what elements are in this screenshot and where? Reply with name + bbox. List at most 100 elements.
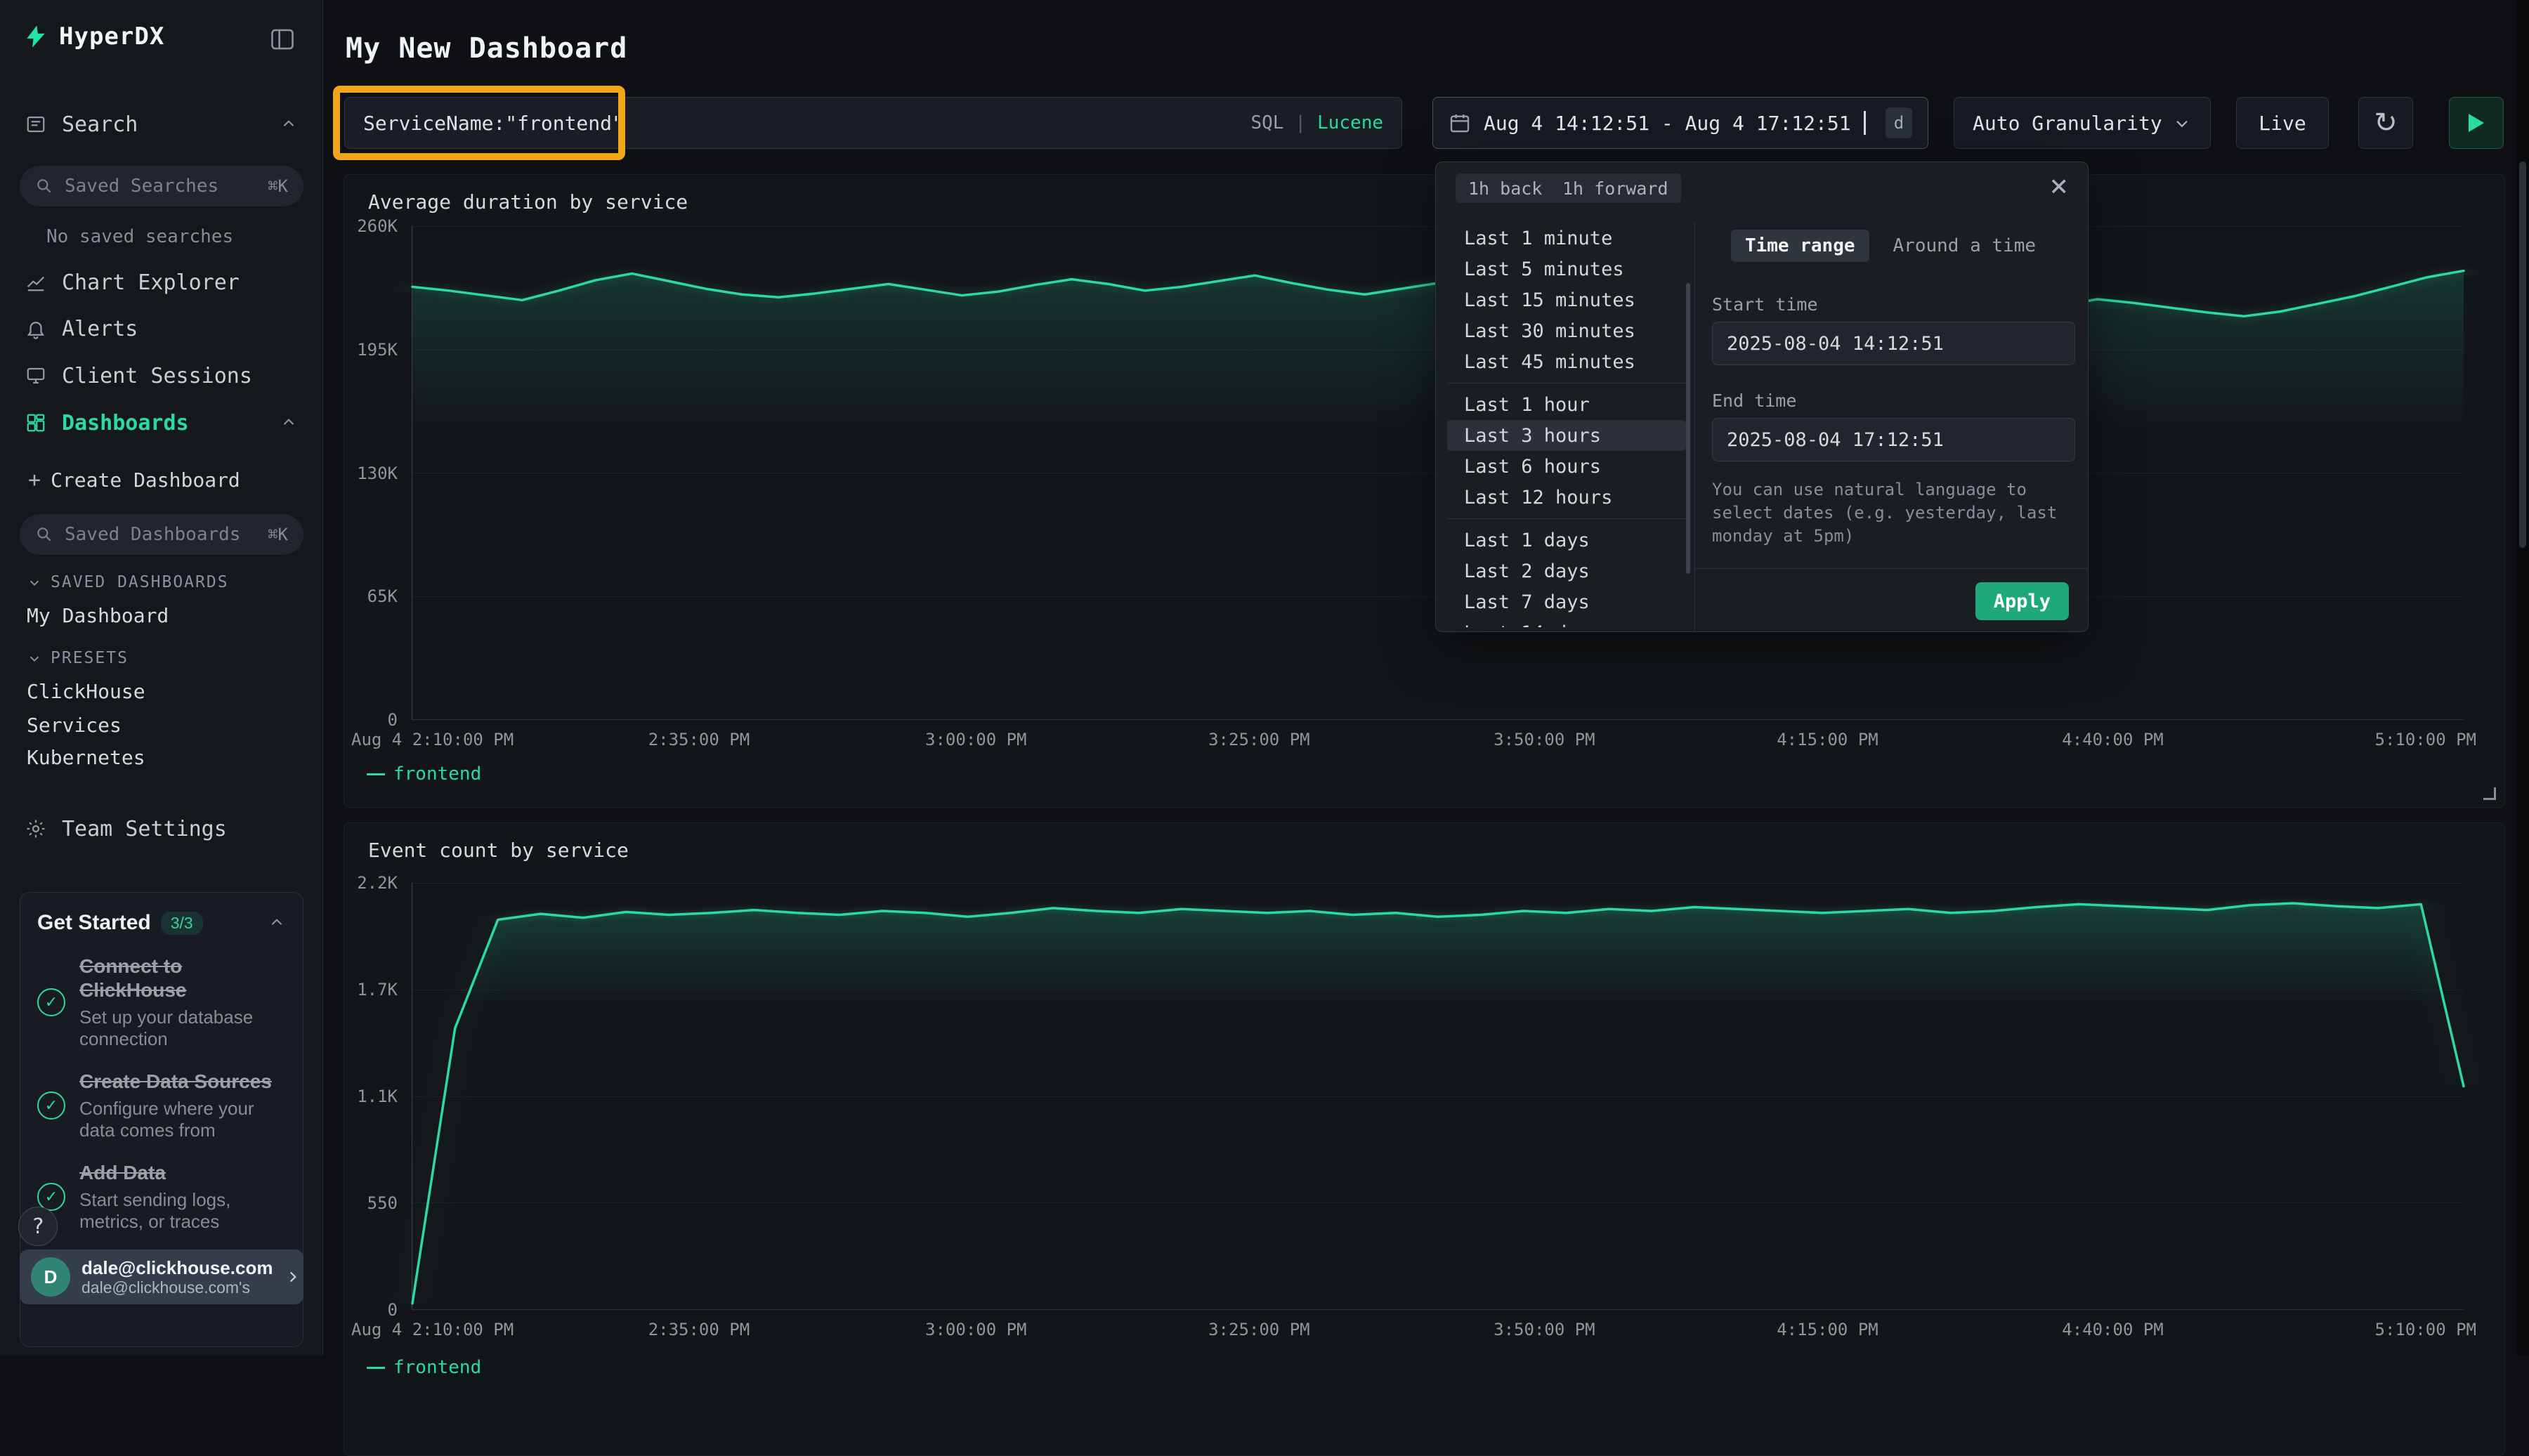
refresh-icon: ↻ xyxy=(2374,107,2398,139)
search-query-input[interactable]: ServiceName:"frontend" SQL | Lucene xyxy=(344,97,1402,149)
time-picker-popup: 1h back 1h forward × Last 1 minute Last … xyxy=(1435,162,2089,632)
range-option[interactable]: Last 2 days xyxy=(1447,556,1686,586)
x-axis-labels: Aug 4 2:10:00 PM 2:35:00 PM 3:00:00 PM 3… xyxy=(412,1320,2464,1341)
chart-legend[interactable]: frontend xyxy=(367,1357,481,1378)
sidebar-collapse-icon[interactable] xyxy=(270,28,295,51)
close-icon[interactable]: × xyxy=(2050,171,2069,202)
search-icon xyxy=(35,525,53,544)
granularity-select[interactable]: Auto Granularity xyxy=(1954,97,2211,149)
sidebar-item-dashboards[interactable]: Dashboards xyxy=(0,400,323,445)
step-title: Add Data xyxy=(79,1162,166,1183)
query-text: ServiceName:"frontend" xyxy=(363,112,624,135)
apply-button[interactable]: Apply xyxy=(1975,582,2069,620)
range-option[interactable]: Last 30 minutes xyxy=(1447,315,1686,346)
app-logo[interactable]: HyperDX xyxy=(24,22,164,51)
plus-icon: + xyxy=(28,468,41,492)
section-label: SAVED DASHBOARDS xyxy=(51,573,229,591)
run-query-button[interactable] xyxy=(2449,97,2504,149)
check-circle-icon: ✓ xyxy=(37,988,65,1016)
get-started-step[interactable]: ✓ Connect to ClickHouse Set up your datab… xyxy=(37,955,286,1050)
tab-time-range[interactable]: Time range xyxy=(1731,230,1869,262)
sidebar-item-clickhouse[interactable]: ClickHouse xyxy=(27,680,145,703)
range-option[interactable]: Last 15 minutes xyxy=(1447,284,1686,315)
time-range-input[interactable]: Aug 4 14:12:51 - Aug 4 17:12:51 d xyxy=(1432,97,1928,149)
sidebar-item-alerts[interactable]: Alerts xyxy=(0,306,323,351)
range-option[interactable]: Last 5 minutes xyxy=(1447,254,1686,284)
check-circle-icon: ✓ xyxy=(37,1091,65,1120)
end-time-input[interactable]: 2025-08-04 17:12:51 xyxy=(1712,418,2075,461)
range-option[interactable]: Last 14 days xyxy=(1447,617,1686,627)
help-button[interactable]: ? xyxy=(18,1207,58,1246)
get-started-step[interactable]: ✓ Create Data SourcesConfigure where you… xyxy=(37,1070,286,1141)
range-option-selected[interactable]: Last 3 hours xyxy=(1447,420,1686,451)
calendar-icon xyxy=(1449,112,1471,134)
saved-searches-placeholder: Saved Searches xyxy=(65,176,218,197)
tab-around-a-time[interactable]: Around a time xyxy=(1879,230,2051,262)
shortcut-d-badge: d xyxy=(1886,107,1912,138)
get-started-step[interactable]: ✓ Add DataStart sending logs, metrics, o… xyxy=(37,1161,286,1233)
page-scrollbar-thumb[interactable] xyxy=(2519,162,2526,548)
chart-panel-avg-duration: Average duration by service 260K 195K 13… xyxy=(344,174,2505,808)
step-desc: Set up your database connection xyxy=(79,1006,286,1050)
step-title: Connect to ClickHouse xyxy=(79,955,187,1001)
saved-dashboards-placeholder: Saved Dashboards xyxy=(65,524,240,545)
sidebar: HyperDX Search Saved Searches ⌘K No save… xyxy=(0,0,323,1356)
saved-searches-input[interactable]: Saved Searches ⌘K xyxy=(20,166,303,206)
panel-resize-handle[interactable] xyxy=(2483,787,2496,800)
chart-legend[interactable]: frontend xyxy=(367,763,481,785)
sidebar-item-team-settings[interactable]: Team Settings xyxy=(0,806,323,851)
chart-panel-event-count: Event count by service 2.2K 1.7K 1.1K 55… xyxy=(344,822,2505,1456)
range-option[interactable]: Last 45 minutes xyxy=(1447,346,1686,377)
y-axis-labels: 260K 195K 130K 65K 0 xyxy=(344,226,405,720)
section-saved-dashboards[interactable]: SAVED DASHBOARDS xyxy=(27,573,229,591)
time-range-list: Last 1 minute Last 5 minutes Last 15 min… xyxy=(1447,223,1686,627)
range-option[interactable]: Last 12 hours xyxy=(1447,482,1686,513)
chevron-right-icon xyxy=(284,1268,302,1286)
sidebar-item-client-sessions[interactable]: Client Sessions xyxy=(0,353,323,398)
create-dashboard-button[interactable]: + Create Dashboard xyxy=(28,468,240,492)
chart-explorer-icon xyxy=(25,272,46,293)
legend-series-name: frontend xyxy=(393,763,481,785)
chevron-up-icon xyxy=(280,414,298,432)
search-list-icon xyxy=(25,114,46,135)
range-option[interactable]: Last 1 minute xyxy=(1447,223,1686,254)
sidebar-item-services[interactable]: Services xyxy=(27,714,122,737)
step-desc: Start sending logs, metrics, or traces xyxy=(79,1189,286,1233)
user-menu[interactable]: D dale@clickhouse.com dale@clickhouse.co… xyxy=(20,1250,303,1304)
sql-toggle[interactable]: SQL xyxy=(1250,112,1283,133)
time-picker-form: Time range Around a time Start time 2025… xyxy=(1695,223,2088,631)
range-option[interactable]: Last 7 days xyxy=(1447,586,1686,617)
live-button[interactable]: Live xyxy=(2236,97,2329,149)
start-time-input[interactable]: 2025-08-04 14:12:51 xyxy=(1712,322,2075,365)
legend-line-swatch xyxy=(367,773,385,775)
refresh-button[interactable]: ↻ xyxy=(2358,97,2413,149)
time-range-text: Aug 4 14:12:51 - Aug 4 17:12:51 xyxy=(1484,112,1851,135)
chevron-down-icon xyxy=(27,650,42,666)
get-started-title: Get Started xyxy=(37,911,151,935)
sidebar-item-label: Dashboards xyxy=(62,411,189,435)
sidebar-item-search[interactable]: Search xyxy=(0,102,323,147)
get-started-progress-badge: 3/3 xyxy=(161,912,203,935)
range-option[interactable]: Last 1 hour xyxy=(1447,389,1686,420)
dashboards-grid-icon xyxy=(25,412,46,433)
range-option[interactable]: Last 1 days xyxy=(1447,525,1686,556)
list-divider xyxy=(1447,518,1686,519)
x-axis-labels: Aug 4 2:10:00 PM 2:35:00 PM 3:00:00 PM 3… xyxy=(412,730,2464,751)
end-time-label: End time xyxy=(1712,391,2069,411)
lucene-toggle[interactable]: Lucene xyxy=(1317,112,1383,133)
section-presets[interactable]: PRESETS xyxy=(27,649,129,667)
time-forward-button[interactable]: 1h forward xyxy=(1550,173,1681,203)
range-option[interactable]: Last 6 hours xyxy=(1447,451,1686,482)
chevron-up-icon[interactable] xyxy=(268,914,286,932)
sidebar-item-my-dashboard[interactable]: My Dashboard xyxy=(27,604,169,627)
time-back-button[interactable]: 1h back xyxy=(1456,173,1555,203)
footer-divider xyxy=(1695,568,2088,569)
y-axis-labels: 2.2K 1.7K 1.1K 550 0 xyxy=(344,883,405,1310)
sidebar-item-chart-explorer[interactable]: Chart Explorer xyxy=(0,260,323,305)
sidebar-item-kubernetes[interactable]: Kubernetes xyxy=(27,746,145,769)
saved-dashboards-input[interactable]: Saved Dashboards ⌘K xyxy=(20,514,303,555)
avatar: D xyxy=(31,1257,70,1297)
chart-title: Event count by service xyxy=(368,839,629,862)
list-scrollbar[interactable] xyxy=(1686,283,1690,574)
chart-plot-area[interactable] xyxy=(412,883,2464,1310)
